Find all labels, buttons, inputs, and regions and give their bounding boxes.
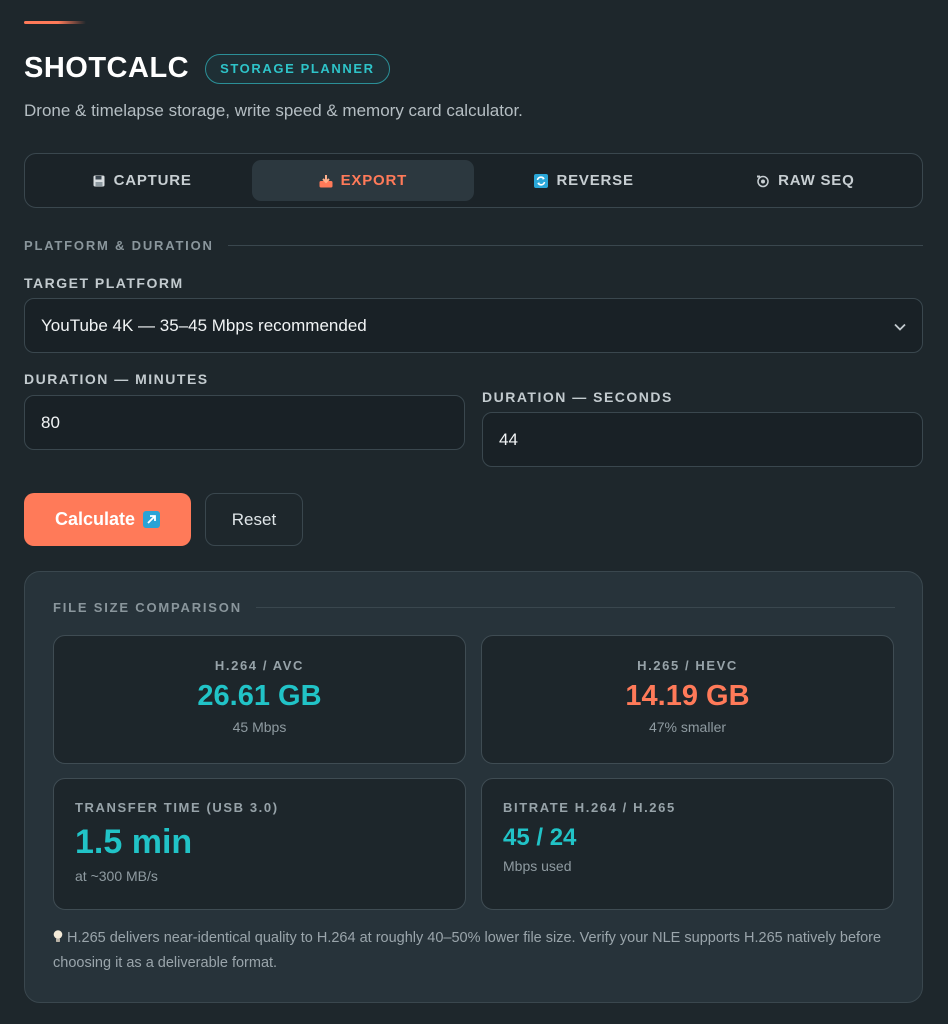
target-platform-value: YouTube 4K — 35–45 Mbps recommended (41, 315, 367, 335)
section-title: PLATFORM & DURATION (24, 238, 214, 253)
section-title: FILE SIZE COMPARISON (53, 600, 242, 615)
h264-label: H.264 / AVC (214, 658, 305, 673)
h265-savings: 47% smaller (648, 719, 727, 735)
duration-seconds-value: 44 (499, 429, 518, 449)
reverse-icon (534, 173, 549, 188)
hevc-tip: H.265 delivers near-identical quality to… (53, 926, 895, 976)
h265-label: H.265 / HEVC (637, 658, 738, 673)
storage-planner-page: SHOTCALC STORAGE PLANNER Drone & timelap… (0, 0, 948, 1024)
export-icon (319, 174, 333, 188)
transfer-time-card: TRANSFER TIME (USB 3.0) 1.5 min at ~300 … (53, 778, 466, 910)
target-platform-select[interactable]: YouTube 4K — 35–45 Mbps recommended (24, 298, 923, 353)
header: SHOTCALC STORAGE PLANNER (24, 52, 390, 85)
bitrate-card: BITRATE H.264 / H.265 45 / 24 Mbps used (481, 778, 894, 910)
lightbulb-icon (53, 927, 63, 942)
transfer-time-rate: at ~300 MB/s (75, 868, 158, 884)
reset-button[interactable]: Reset (205, 493, 303, 546)
storage-planner-badge: STORAGE PLANNER (205, 53, 390, 84)
camera-icon (756, 174, 770, 188)
h265-size-value: 14.19 GB (625, 680, 750, 712)
duration-seconds-label: DURATION — SECONDS (482, 389, 673, 405)
bitrate-label: BITRATE H.264 / H.265 (503, 800, 676, 815)
file-size-comparison-section: FILE SIZE COMPARISON (53, 600, 895, 615)
tab-label: EXPORT (340, 172, 408, 189)
chevron-down-icon (894, 316, 906, 336)
tab-export[interactable]: EXPORT (252, 160, 474, 201)
h264-bitrate: 45 Mbps (232, 719, 287, 735)
app-subtitle: Drone & timelapse storage, write speed &… (24, 101, 523, 120)
divider (227, 245, 923, 246)
target-platform-label: TARGET PLATFORM (24, 275, 184, 291)
h264-card: H.264 / AVC 26.61 GB 45 Mbps (53, 635, 466, 764)
platform-duration-section: PLATFORM & DURATION (24, 238, 923, 253)
accent-line (24, 21, 86, 24)
duration-minutes-label: DURATION — MINUTES (24, 371, 209, 387)
divider (255, 607, 895, 608)
app-title: SHOTCALC (24, 52, 190, 84)
tab-label: CAPTURE (113, 172, 192, 189)
transfer-time-label: TRANSFER TIME (USB 3.0) (75, 800, 279, 815)
h265-card: H.265 / HEVC 14.19 GB 47% smaller (481, 635, 894, 764)
duration-seconds-input[interactable]: 44 (482, 412, 923, 467)
arrow-up-right-icon (143, 511, 161, 528)
tab-raw-seq[interactable]: RAW SEQ (695, 160, 916, 201)
duration-minutes-input[interactable]: 80 (24, 395, 465, 450)
save-icon (92, 174, 106, 188)
tab-reverse[interactable]: REVERSE (474, 160, 695, 201)
tip-text: H.265 delivers near-identical quality to… (53, 930, 882, 971)
duration-minutes-value: 80 (41, 412, 60, 432)
calculate-button[interactable]: Calculate (24, 493, 191, 546)
results-panel: FILE SIZE COMPARISON H.264 / AVC 26.61 G… (24, 571, 923, 1003)
tab-label: RAW SEQ (778, 172, 855, 189)
tab-capture[interactable]: CAPTURE (31, 160, 252, 201)
bitrate-unit: Mbps used (503, 858, 572, 874)
mode-tabs: CAPTURE EXPORT REVERSE RAW SEQ (24, 153, 923, 208)
calculate-label: Calculate (54, 509, 136, 529)
tab-label: REVERSE (556, 172, 634, 189)
bitrate-value: 45 / 24 (503, 824, 577, 851)
transfer-time-value: 1.5 min (75, 823, 193, 861)
h264-size-value: 26.61 GB (197, 680, 322, 712)
